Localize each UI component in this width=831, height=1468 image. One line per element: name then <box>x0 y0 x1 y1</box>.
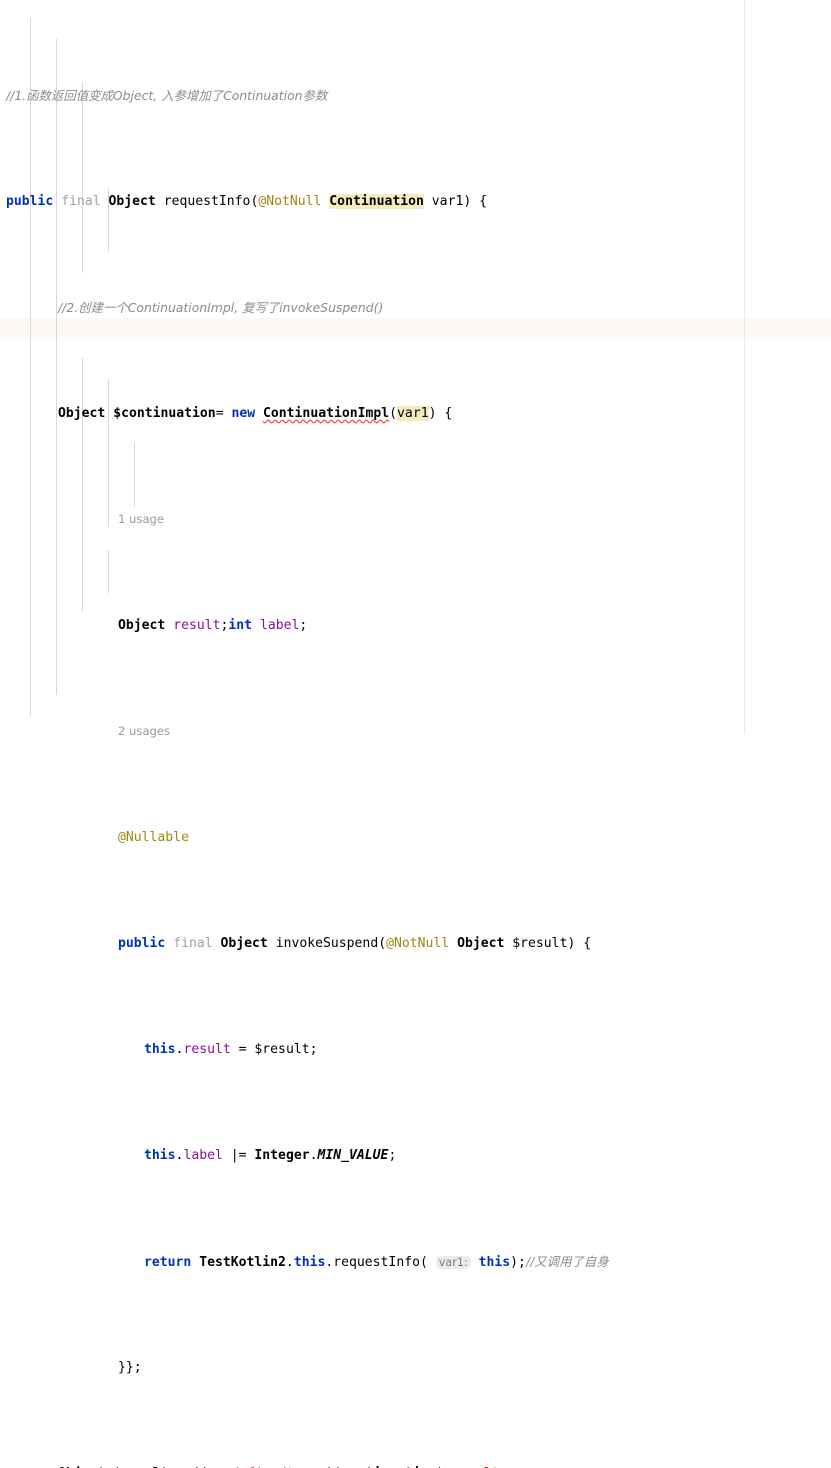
keyword-final: final <box>61 193 101 209</box>
closing-braces: }}; <box>118 1359 142 1375</box>
code-line-1[interactable]: //1.函数返回值变成Object, 入参增加了Continuation参数 <box>0 85 831 106</box>
keyword-new: new <box>231 405 256 421</box>
method-invokesuspend[interactable]: invokeSuspend <box>276 936 378 951</box>
keyword-this: this <box>144 1147 176 1163</box>
code-line-13[interactable]: }}; <box>0 1357 831 1378</box>
keyword-return: return <box>144 1254 192 1270</box>
keyword-this: this <box>293 1254 326 1270</box>
keyword-public: public <box>6 193 54 209</box>
code-line-7-usage: 2 usages <box>0 721 831 742</box>
const-min-value: MIN_VALUE <box>317 1147 389 1163</box>
field-label: label <box>183 1147 223 1163</box>
param-result-dollar: $result <box>512 935 568 951</box>
comment-2: //2.创建一个ContinuationImpl, 复写了invokeSuspe… <box>58 299 384 315</box>
method-requestinfo[interactable]: requestInfo <box>333 1255 420 1270</box>
type-continuation: Continuation <box>329 193 424 209</box>
usage-count-2[interactable]: 2 usages <box>118 724 170 738</box>
code-line-4[interactable]: Object $continuation= new ContinuationIm… <box>0 403 831 424</box>
code-line-8[interactable]: @Nullable <box>0 827 831 848</box>
var-result-dollar: $result <box>113 1466 168 1468</box>
type-testkotlin2: TestKotlin2 <box>199 1254 286 1270</box>
arg-var1: var1 <box>397 405 429 421</box>
keyword-this: this <box>478 1254 511 1270</box>
type-object: Object <box>118 617 166 633</box>
type-object: Object <box>220 935 268 951</box>
field-result: result <box>173 617 221 633</box>
comment-self-call: //又调用了自身 <box>525 1253 609 1269</box>
code-line-10[interactable]: this.result = $result; <box>0 1039 831 1060</box>
var-continuation: $continuation <box>334 1466 436 1468</box>
usage-count-1[interactable]: 1 usage <box>118 512 164 526</box>
code-line-3[interactable]: //2.创建一个ContinuationImpl, 复写了invokeSuspe… <box>0 297 831 318</box>
type-object: Object <box>58 1466 105 1468</box>
code-line-14[interactable]: Object $result = ((<undefinedtype>)$cont… <box>0 1463 831 1468</box>
keyword-int: int <box>228 617 253 633</box>
param-var1: var1 <box>431 193 464 209</box>
method-requestinfo[interactable]: requestInfo <box>164 194 251 209</box>
type-object: Object <box>457 935 505 951</box>
type-object: Object <box>58 405 106 421</box>
code-content[interactable]: //1.函数返回值变成Object, 入参增加了Continuation参数 p… <box>0 0 831 1468</box>
code-line-6[interactable]: Object result;int label; <box>0 615 831 636</box>
keyword-final: final <box>173 935 213 951</box>
field-label: label <box>259 617 300 633</box>
var-result-dollar: $result <box>254 1041 310 1057</box>
comment-1: //1.函数返回值变成Object, 入参增加了Continuation参数 <box>6 87 328 103</box>
keyword-public: public <box>118 935 166 951</box>
annotation-notnull: @NotNull <box>258 193 322 209</box>
type-object: Object <box>108 193 156 209</box>
code-line-12[interactable]: return TestKotlin2.this.requestInfo( var… <box>0 1251 831 1272</box>
undefined-type: <undefinedtype> <box>208 1466 326 1468</box>
var-continuation: $continuation <box>113 405 216 421</box>
keyword-this: this <box>144 1041 176 1057</box>
type-continuationimpl: ContinuationImpl <box>263 405 390 421</box>
code-line-11[interactable]: this.label |= Integer.MIN_VALUE; <box>0 1145 831 1166</box>
code-line-2[interactable]: public final Object requestInfo(@NotNull… <box>0 191 831 212</box>
annotation-notnull: @NotNull <box>386 935 450 951</box>
annotation-nullable: @Nullable <box>118 829 189 845</box>
code-line-9[interactable]: public final Object invokeSuspend(@NotNu… <box>0 933 831 954</box>
type-integer: Integer <box>254 1147 310 1163</box>
field-result-err: result <box>452 1466 499 1468</box>
code-editor[interactable]: //1.函数返回值变成Object, 入参增加了Continuation参数 p… <box>0 0 831 1468</box>
code-line-5-usage: 1 usage <box>0 509 831 530</box>
field-result: result <box>183 1041 231 1057</box>
inlay-hint-var1: var1: <box>435 1255 471 1269</box>
